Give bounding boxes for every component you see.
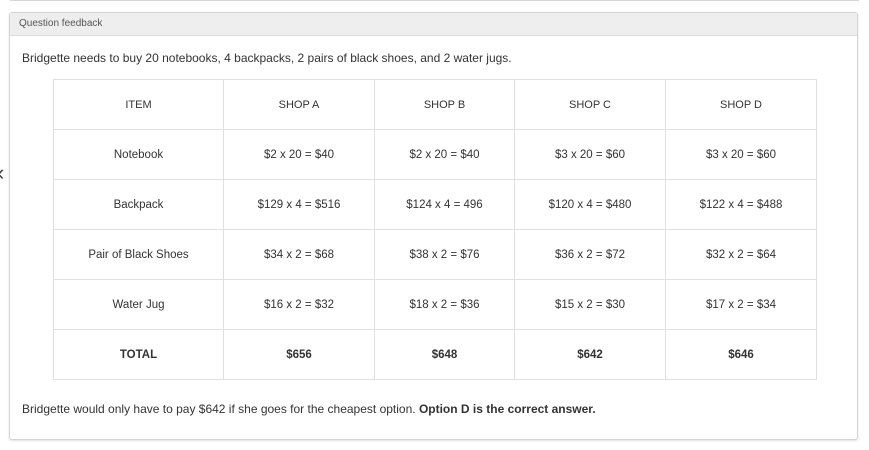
chevron-left-icon[interactable]: ‹ bbox=[0, 162, 4, 184]
table-cell: $646 bbox=[665, 329, 817, 380]
table-cell: $3 x 20 = $60 bbox=[514, 129, 666, 180]
table-cell: $642 bbox=[514, 329, 666, 380]
table-cell: $656 bbox=[223, 329, 375, 380]
table-cell: TOTAL bbox=[53, 329, 224, 380]
price-comparison-table: ITEM SHOP A SHOP B SHOP C SHOP D Notebook $2 x… bbox=[53, 79, 817, 380]
feedback-conclusion: Bridgette would only have to pay $642 if… bbox=[22, 402, 596, 416]
table-cell: $34 x 2 = $68 bbox=[223, 229, 375, 280]
table-total-row: TOTAL $656 $648 $642 $646 bbox=[53, 329, 817, 380]
table-cell: $18 x 2 = $36 bbox=[374, 279, 515, 330]
table-cell: Water Jug bbox=[53, 279, 224, 330]
table-cell: $2 x 20 = $40 bbox=[374, 129, 515, 180]
table-cell: SHOP A bbox=[223, 79, 375, 130]
table-cell: $38 x 2 = $76 bbox=[374, 229, 515, 280]
table-cell: SHOP B bbox=[374, 79, 515, 130]
table-row: Backpack $129 x 4 = $516 $124 x 4 = 496 $12… bbox=[53, 179, 817, 230]
panel-title: Question feedback bbox=[10, 13, 857, 36]
question-feedback-panel: Question feedback Bridgette needs to buy… bbox=[9, 12, 858, 440]
table-row: Pair of Black Shoes $34 x 2 = $68 $38 x 2 … bbox=[53, 229, 817, 280]
table-cell: $32 x 2 = $64 bbox=[665, 229, 817, 280]
table-cell: $16 x 2 = $32 bbox=[223, 279, 375, 330]
table-cell: Notebook bbox=[53, 129, 224, 180]
correct-answer-text: Option D is the correct answer. bbox=[418, 402, 596, 416]
table-row: Water Jug $16 x 2 = $32 $18 x 2 = $36 $15 x… bbox=[53, 279, 817, 330]
top-divider bbox=[10, 0, 859, 1]
table-cell: $122 x 4 = $488 bbox=[665, 179, 817, 230]
table-cell: $124 x 4 = 496 bbox=[374, 179, 515, 230]
price-comparison-table-wrap: ITEM SHOP A SHOP B SHOP C SHOP D Notebook $2 x… bbox=[53, 79, 817, 380]
table-cell: ITEM bbox=[53, 79, 224, 130]
feedback-intro: Bridgette needs to buy 20 notebooks, 4 b… bbox=[22, 51, 512, 65]
table-cell: SHOP D bbox=[665, 79, 817, 130]
table-cell: $15 x 2 = $30 bbox=[514, 279, 666, 330]
table-cell: Pair of Black Shoes bbox=[53, 229, 224, 280]
conclusion-text: Bridgette would only have to pay $642 if… bbox=[22, 402, 419, 416]
table-header-row: ITEM SHOP A SHOP B SHOP C SHOP D bbox=[53, 79, 817, 130]
table-cell: Backpack bbox=[53, 179, 224, 230]
table-cell: $129 x 4 = $516 bbox=[223, 179, 375, 230]
table-cell: $36 x 2 = $72 bbox=[514, 229, 666, 280]
table-cell: $120 x 4 = $480 bbox=[514, 179, 666, 230]
table-cell: $2 x 20 = $40 bbox=[223, 129, 375, 180]
table-cell: SHOP C bbox=[514, 79, 666, 130]
table-cell: $648 bbox=[374, 329, 515, 380]
table-cell: $3 x 20 = $60 bbox=[665, 129, 817, 180]
table-row: Notebook $2 x 20 = $40 $2 x 20 = $40 $3 x 2… bbox=[53, 129, 817, 180]
table-cell: $17 x 2 = $34 bbox=[665, 279, 817, 330]
